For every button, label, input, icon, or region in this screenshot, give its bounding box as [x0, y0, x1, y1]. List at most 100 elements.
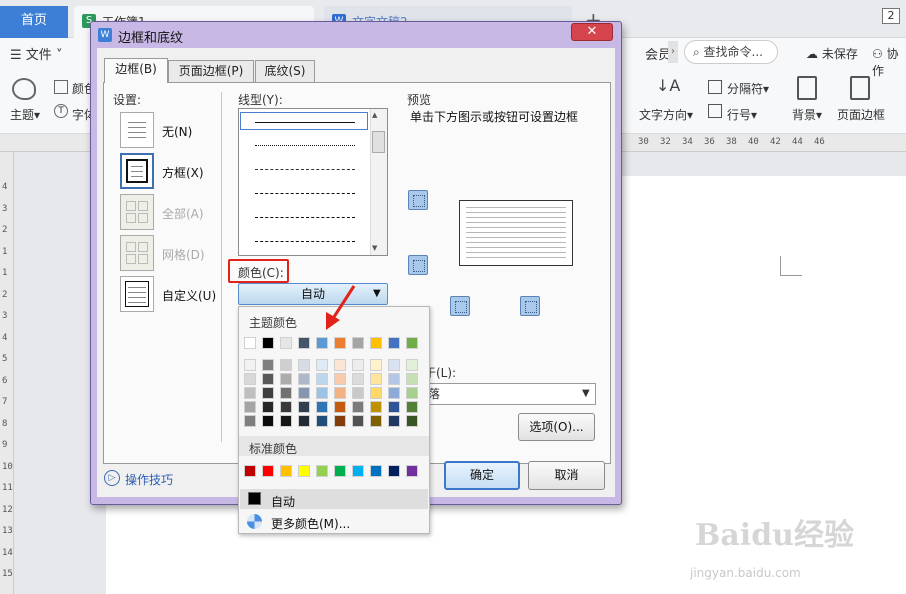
setting-box-icon[interactable] [120, 153, 154, 189]
theme-shade-swatch[interactable] [352, 401, 364, 413]
setting-none-label[interactable]: 无(N) [162, 123, 192, 140]
theme-shade-swatch[interactable] [316, 401, 328, 413]
theme-shade-swatch[interactable] [352, 415, 364, 427]
setting-all-icon[interactable] [120, 194, 154, 230]
page-border-button[interactable]: 页面边框 [837, 106, 885, 123]
theme-shade-swatch[interactable] [352, 359, 364, 371]
theme-color-swatch[interactable] [298, 337, 310, 349]
text-direction-icon[interactable]: ↓A [656, 76, 680, 95]
page-border-icon[interactable] [850, 76, 870, 100]
theme-shade-swatch[interactable] [280, 387, 292, 399]
line-style-dotted[interactable] [255, 145, 355, 146]
home-tab[interactable]: 首页 [0, 6, 68, 38]
collab-button[interactable]: ⚇ 协作 [872, 45, 906, 79]
theme-color-swatch[interactable] [262, 337, 274, 349]
bottom-border-button[interactable] [408, 255, 428, 275]
top-border-button[interactable] [408, 190, 428, 210]
theme-shade-swatch[interactable] [298, 373, 310, 385]
line-style-dash-dot[interactable] [255, 217, 355, 218]
line-style-dash[interactable] [255, 193, 355, 194]
theme-shade-swatch[interactable] [244, 387, 256, 399]
theme-shade-swatch[interactable] [370, 387, 382, 399]
theme-shade-swatch[interactable] [244, 415, 256, 427]
unsaved-status[interactable]: ☁ 未保存 [806, 45, 858, 62]
window-count-badge[interactable]: 2 [882, 8, 900, 24]
scroll-down-icon[interactable]: ▼ [372, 244, 377, 252]
theme-color-swatch[interactable] [388, 337, 400, 349]
standard-color-swatch[interactable] [370, 465, 382, 477]
setting-box-label[interactable]: 方框(X) [162, 164, 204, 181]
theme-shade-swatch[interactable] [244, 373, 256, 385]
tips-icon[interactable]: ▷ [104, 470, 120, 486]
theme-shade-swatch[interactable] [316, 387, 328, 399]
background-button[interactable]: 背景▾ [792, 106, 822, 123]
command-search[interactable]: ⌕ 查找命令... [684, 40, 778, 64]
standard-color-swatch[interactable] [406, 465, 418, 477]
theme-shade-swatch[interactable] [316, 415, 328, 427]
theme-shade-swatch[interactable] [280, 359, 292, 371]
tips-link[interactable]: 操作技巧 [125, 471, 173, 488]
theme-shade-swatch[interactable] [334, 401, 346, 413]
line-number-icon[interactable] [708, 104, 722, 118]
color-wheel-icon[interactable] [247, 514, 262, 529]
standard-color-swatch[interactable] [262, 465, 274, 477]
right-border-button[interactable] [520, 296, 540, 316]
theme-shade-swatch[interactable] [262, 387, 274, 399]
theme-shade-swatch[interactable] [298, 359, 310, 371]
standard-color-swatch[interactable] [244, 465, 256, 477]
theme-shade-swatch[interactable] [298, 415, 310, 427]
more-colors-item[interactable]: 更多颜色(M)... [271, 515, 350, 532]
theme-shade-swatch[interactable] [298, 387, 310, 399]
line-number-button[interactable]: 行号▾ [727, 106, 757, 123]
theme-shade-swatch[interactable] [280, 415, 292, 427]
theme-color-swatch[interactable] [334, 337, 346, 349]
tab-shading[interactable]: 底纹(S) [255, 60, 315, 82]
options-button[interactable]: 选项(O)... [518, 413, 595, 441]
theme-shade-swatch[interactable] [244, 359, 256, 371]
theme-shade-swatch[interactable] [406, 387, 418, 399]
theme-shade-swatch[interactable] [388, 359, 400, 371]
theme-shade-swatch[interactable] [334, 387, 346, 399]
theme-shade-swatch[interactable] [388, 387, 400, 399]
theme-shade-swatch[interactable] [406, 359, 418, 371]
theme-shade-swatch[interactable] [262, 415, 274, 427]
theme-color-swatch[interactable] [406, 337, 418, 349]
cancel-button[interactable]: 取消 [528, 461, 605, 490]
theme-shade-swatch[interactable] [370, 359, 382, 371]
menu-file[interactable]: ☰ 文件 ˅ [10, 44, 62, 63]
theme-color-swatch[interactable] [244, 337, 256, 349]
auto-color-swatch[interactable] [248, 492, 261, 505]
theme-shade-swatch[interactable] [262, 359, 274, 371]
theme-shade-swatch[interactable] [352, 387, 364, 399]
setting-grid-icon[interactable] [120, 235, 154, 271]
standard-color-swatch[interactable] [298, 465, 310, 477]
standard-color-swatch[interactable] [316, 465, 328, 477]
standard-color-swatch[interactable] [334, 465, 346, 477]
theme-shade-swatch[interactable] [334, 415, 346, 427]
color-scheme-icon[interactable] [54, 80, 68, 94]
theme-shade-swatch[interactable] [388, 415, 400, 427]
theme-shade-swatch[interactable] [316, 359, 328, 371]
theme-shade-swatch[interactable] [316, 373, 328, 385]
theme-shade-swatch[interactable] [280, 401, 292, 413]
close-icon[interactable]: ✕ [571, 23, 613, 41]
theme-shade-swatch[interactable] [352, 373, 364, 385]
palette-icon[interactable] [12, 78, 36, 100]
setting-all-label[interactable]: 全部(A) [162, 205, 204, 222]
menu-more-button[interactable]: › [668, 41, 678, 63]
theme-shade-swatch[interactable] [406, 415, 418, 427]
theme-shade-swatch[interactable] [334, 359, 346, 371]
preview-page[interactable] [459, 200, 573, 266]
theme-shade-swatch[interactable] [388, 373, 400, 385]
scrollbar-thumb[interactable] [372, 131, 385, 153]
setting-custom-label[interactable]: 自定义(U) [162, 287, 216, 304]
background-icon[interactable] [797, 76, 817, 100]
scroll-up-icon[interactable]: ▲ [372, 111, 377, 119]
separator-icon[interactable] [708, 80, 722, 94]
tab-borders[interactable]: 边框(B) [104, 58, 168, 83]
theme-color-swatch[interactable] [280, 337, 292, 349]
theme-shade-swatch[interactable] [262, 401, 274, 413]
theme-shade-swatch[interactable] [370, 373, 382, 385]
line-style-dash-dot-dot[interactable] [255, 241, 355, 242]
color-select[interactable]: 自动 [238, 283, 388, 305]
